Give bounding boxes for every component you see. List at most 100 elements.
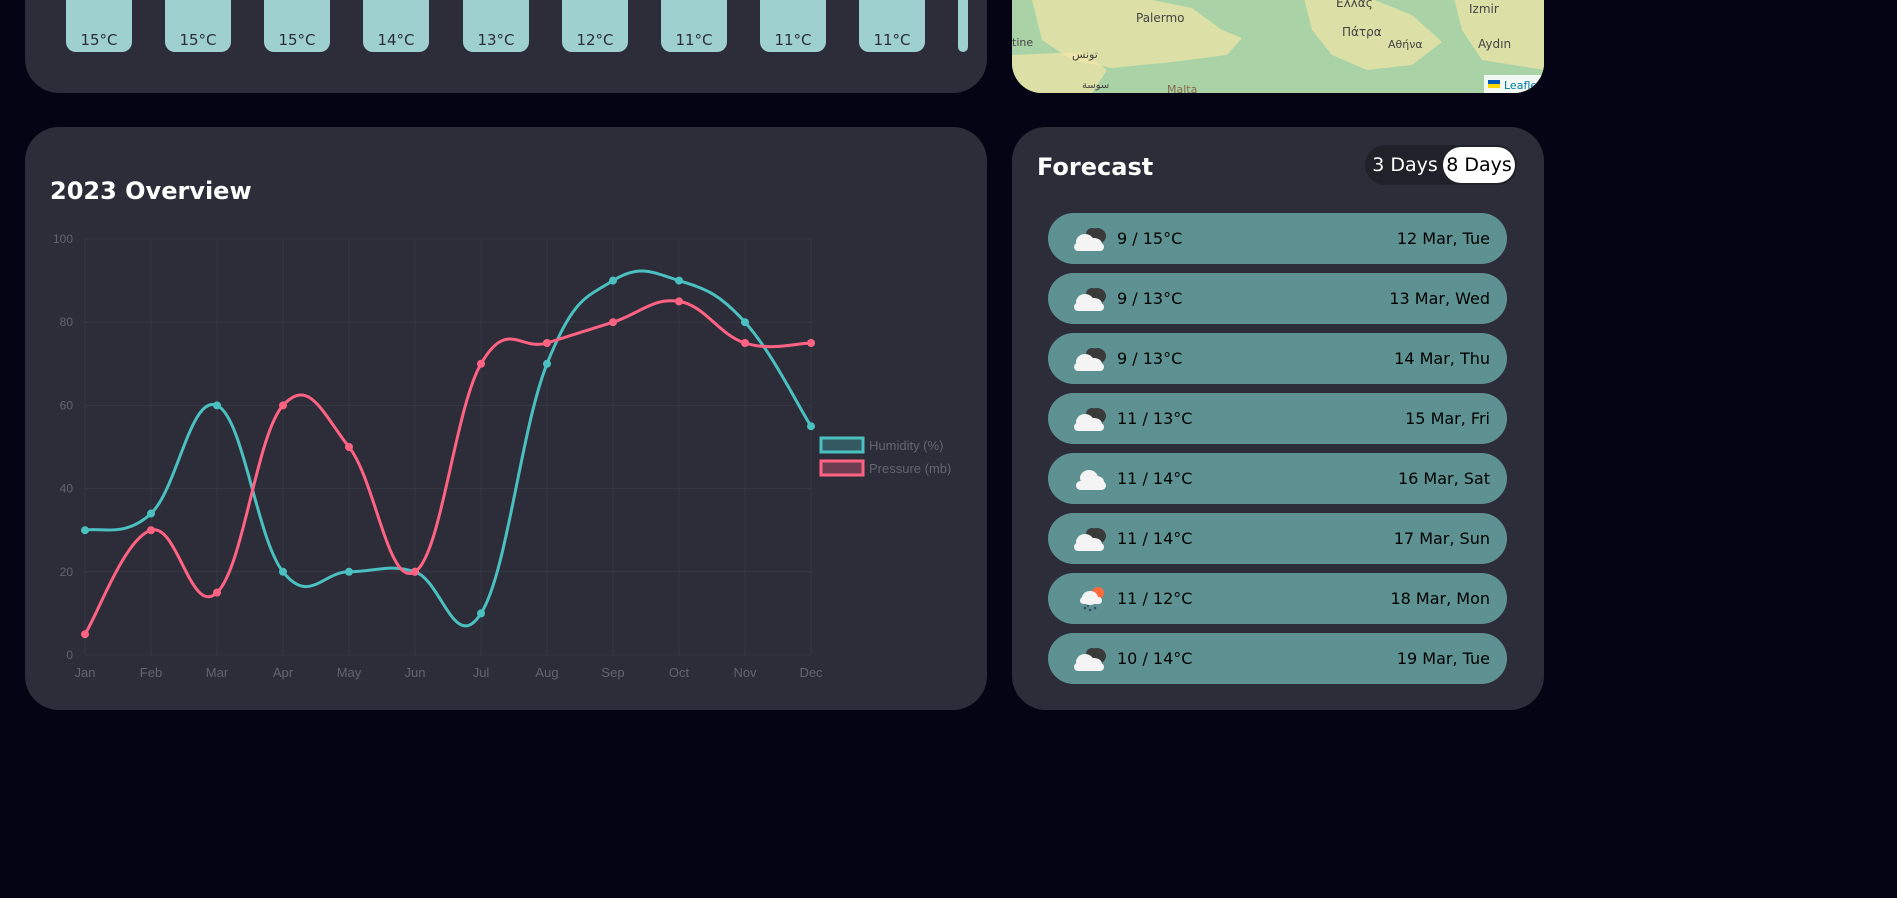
- hour-temp: 12°C: [576, 31, 614, 49]
- y-tick-label: 100: [53, 232, 73, 246]
- data-point[interactable]: [147, 526, 155, 535]
- forecast-row[interactable]: 11 / 12°C 18 Mar, Mon: [1048, 573, 1507, 624]
- hour-tile[interactable]: 15°C: [66, 0, 132, 52]
- hour-temp: 11°C: [675, 31, 713, 49]
- hour-tile[interactable]: 15°C: [165, 0, 231, 52]
- y-tick-label: 80: [60, 315, 74, 329]
- cloudy-icon: [1070, 285, 1110, 313]
- map-label: سوسة: [1082, 80, 1109, 91]
- hour-tile[interactable]: 12°C: [562, 0, 628, 52]
- data-point[interactable]: [675, 276, 683, 285]
- hour-tile[interactable]: 11°C: [760, 0, 826, 52]
- leaflet-link[interactable]: Leaflet: [1504, 79, 1542, 92]
- forecast-temp: 9 / 13°C: [1117, 349, 1183, 368]
- three-days-button[interactable]: 3 Days: [1369, 147, 1441, 183]
- hour-tile[interactable]: 15°C: [264, 0, 330, 52]
- ukraine-flag-icon: [1488, 80, 1500, 84]
- map-label: Αθήνα: [1388, 38, 1423, 51]
- data-point[interactable]: [81, 630, 89, 639]
- data-point[interactable]: [543, 339, 551, 347]
- hour-temp: 14°C: [377, 31, 415, 49]
- cloud-icon: [1070, 465, 1110, 493]
- x-tick-label: Nov: [733, 665, 757, 680]
- x-tick-label: Oct: [669, 665, 690, 680]
- forecast-temp: 9 / 15°C: [1117, 229, 1183, 248]
- eight-days-button[interactable]: 8 Days: [1443, 147, 1515, 183]
- data-point[interactable]: [807, 339, 815, 347]
- map-canvas[interactable]: Palermo Ελλάς Izmir Πάτρα Αθήνα Aydın ti…: [1012, 0, 1544, 93]
- data-point[interactable]: [279, 567, 287, 576]
- forecast-temp: 9 / 13°C: [1117, 289, 1183, 308]
- x-tick-label: Aug: [535, 665, 558, 680]
- forecast-date: 17 Mar, Sun: [1393, 529, 1490, 548]
- data-point[interactable]: [213, 588, 221, 597]
- map-label: Izmir: [1469, 2, 1499, 16]
- hour-tile[interactable]: 13°C: [463, 0, 529, 52]
- forecast-row[interactable]: 11 / 14°C 16 Mar, Sat: [1048, 453, 1507, 504]
- forecast-temp: 11 / 12°C: [1117, 589, 1193, 608]
- data-point[interactable]: [213, 401, 221, 410]
- forecast-date: 19 Mar, Tue: [1396, 649, 1490, 668]
- x-tick-label: Sep: [601, 665, 624, 680]
- legend-label[interactable]: Humidity (%): [869, 438, 943, 453]
- map-label: Palermo: [1136, 11, 1185, 25]
- hour-temp: 15°C: [80, 31, 118, 49]
- hour-tile[interactable]: 11°C: [859, 0, 925, 52]
- data-point[interactable]: [741, 339, 749, 347]
- x-tick-label: Feb: [140, 665, 162, 680]
- map-label: Ελλάς: [1336, 0, 1373, 10]
- y-tick-label: 40: [60, 482, 74, 496]
- forecast-row[interactable]: 9 / 13°C 13 Mar, Wed: [1048, 273, 1507, 324]
- data-point[interactable]: [609, 276, 617, 285]
- legend-swatch: [819, 436, 865, 454]
- data-point[interactable]: [147, 509, 155, 518]
- forecast-date: 12 Mar, Tue: [1396, 229, 1490, 248]
- legend-swatch: [819, 459, 865, 477]
- cloudy-icon: [1070, 525, 1110, 553]
- data-point[interactable]: [345, 567, 353, 576]
- data-point[interactable]: [609, 318, 617, 327]
- hour-tile[interactable]: 14°C: [363, 0, 429, 52]
- hour-tile[interactable]: 11°C: [661, 0, 727, 52]
- data-point[interactable]: [741, 318, 749, 327]
- forecast-row[interactable]: 10 / 14°C 19 Mar, Tue: [1048, 633, 1507, 684]
- hour-temp: 15°C: [278, 31, 316, 49]
- data-point[interactable]: [543, 359, 551, 368]
- data-point[interactable]: [279, 401, 287, 410]
- forecast-row[interactable]: 9 / 15°C 12 Mar, Tue: [1048, 213, 1507, 264]
- series-line-humidity: [84, 269, 813, 628]
- x-tick-label: Jun: [405, 665, 426, 680]
- forecast-row[interactable]: 11 / 13°C 15 Mar, Fri: [1048, 393, 1507, 444]
- data-point[interactable]: [477, 609, 485, 618]
- hour-tile-partial[interactable]: [958, 0, 968, 52]
- hour-temp: 11°C: [774, 31, 812, 49]
- y-tick-label: 0: [66, 648, 73, 662]
- x-tick-label: May: [337, 665, 362, 680]
- map-label: Πάτρα: [1342, 25, 1382, 39]
- x-tick-label: Jan: [75, 665, 96, 680]
- data-point[interactable]: [411, 567, 419, 576]
- map-card[interactable]: Palermo Ελλάς Izmir Πάτρα Αθήνα Aydın ti…: [1012, 0, 1544, 93]
- forecast-title: Forecast: [1037, 153, 1154, 181]
- forecast-row[interactable]: 9 / 13°C 14 Mar, Thu: [1048, 333, 1507, 384]
- forecast-temp: 11 / 13°C: [1117, 409, 1193, 428]
- forecast-temp: 10 / 14°C: [1117, 649, 1193, 668]
- ukraine-flag-icon-lower: [1488, 84, 1500, 88]
- cloudy-icon: [1070, 645, 1110, 673]
- data-point[interactable]: [81, 526, 89, 535]
- hour-temp: 13°C: [477, 31, 515, 49]
- x-tick-label: Apr: [273, 665, 294, 680]
- legend-label[interactable]: Pressure (mb): [869, 461, 951, 476]
- data-point[interactable]: [345, 443, 353, 451]
- data-point[interactable]: [477, 359, 485, 368]
- map-label: tine: [1012, 36, 1033, 49]
- hour-temp: 15°C: [179, 31, 217, 49]
- forecast-temp: 11 / 14°C: [1117, 469, 1193, 488]
- x-tick-label: Dec: [799, 665, 823, 680]
- data-point[interactable]: [675, 297, 683, 306]
- forecast-row[interactable]: 11 / 14°C 17 Mar, Sun: [1048, 513, 1507, 564]
- forecast-date: 16 Mar, Sat: [1397, 469, 1490, 488]
- data-point[interactable]: [807, 422, 815, 431]
- hour-temp: 11°C: [873, 31, 911, 49]
- overview-chart[interactable]: 0 20 40 60 80 100 Jan Feb Mar Apr May Jun Jul Aug Sep O…: [25, 127, 987, 710]
